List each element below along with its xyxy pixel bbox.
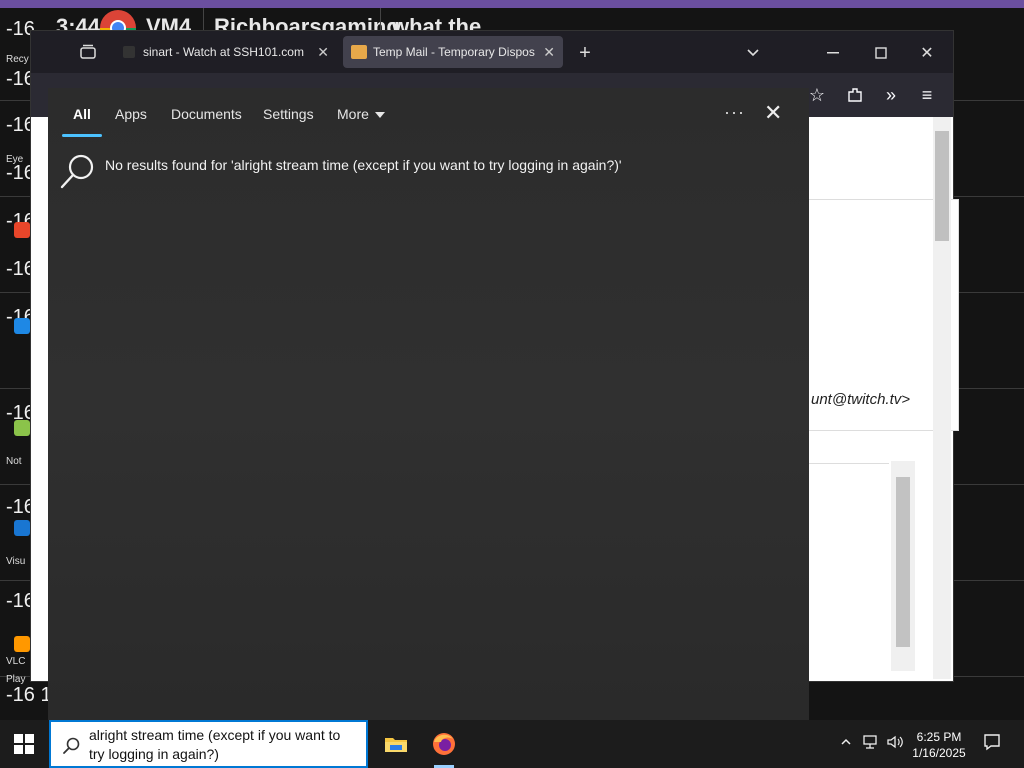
dropdown-caret-icon xyxy=(374,112,385,119)
desktop-app-icon[interactable] xyxy=(14,520,30,536)
clock-date: 1/16/2025 xyxy=(912,746,966,760)
search-icon xyxy=(61,736,81,756)
tab-more-label: More xyxy=(337,106,369,122)
desktop-icon-label: Not xyxy=(6,456,22,467)
tab-temp-mail[interactable]: Temp Mail - Temporary Dispos ✕ xyxy=(343,36,563,68)
tab-bar: sinart - Watch at SSH101.com ✕ Temp Mail… xyxy=(31,31,953,73)
desktop-icon-label: VLC xyxy=(6,656,26,667)
window-close-button[interactable]: ✕ xyxy=(913,39,941,67)
sender-email: unt@twitch.tv> xyxy=(811,391,911,408)
desktop-icon-label: Play xyxy=(6,674,26,685)
active-tab-indicator xyxy=(62,134,102,137)
tab-documents[interactable]: Documents xyxy=(171,106,242,122)
notifications-icon[interactable] xyxy=(982,732,1002,755)
desktop-number: -16 1 xyxy=(6,684,52,706)
no-results-message: No results found for 'alright stream tim… xyxy=(105,157,622,173)
tab-overview-icon[interactable] xyxy=(79,43,97,61)
network-icon[interactable] xyxy=(862,734,880,753)
desktop-icon-label: Recy xyxy=(6,54,29,65)
close-icon[interactable]: ✕ xyxy=(543,44,555,61)
top-window-strip xyxy=(0,0,1024,8)
tab-ssh101[interactable]: sinart - Watch at SSH101.com ✕ xyxy=(115,36,337,68)
clock-time: 6:25 PM xyxy=(916,730,962,744)
desktop-icon-label: Eye xyxy=(6,154,24,165)
windows-start-icon[interactable] xyxy=(14,734,34,754)
menu-icon[interactable]: ≡ xyxy=(915,83,939,107)
tab-label: Temp Mail - Temporary Dispos xyxy=(373,45,535,59)
close-icon[interactable]: ✕ xyxy=(317,44,329,61)
desktop-app-icon[interactable] xyxy=(14,222,30,238)
show-hidden-icons-chevron-icon[interactable] xyxy=(840,734,852,750)
tab-apps[interactable]: Apps xyxy=(115,106,147,122)
tab-favicon-icon xyxy=(123,46,135,58)
file-explorer-icon[interactable] xyxy=(382,730,410,758)
overflow-chevrons-icon[interactable]: » xyxy=(879,83,903,107)
inner-scrollbar-thumb[interactable] xyxy=(896,477,910,647)
maximize-button[interactable] xyxy=(867,39,895,67)
desktop-app-icon[interactable] xyxy=(14,420,30,436)
mail-favicon-icon xyxy=(351,45,367,59)
tab-more[interactable]: More xyxy=(337,106,385,122)
list-tabs-chevron-icon[interactable] xyxy=(739,39,767,67)
extensions-icon[interactable] xyxy=(843,83,867,107)
tab-settings[interactable]: Settings xyxy=(263,106,314,122)
desktop-app-icon[interactable] xyxy=(14,636,30,652)
more-options-button[interactable]: ··· xyxy=(724,102,745,123)
desktop-app-icon[interactable] xyxy=(14,318,30,334)
taskbar-search-box[interactable]: alright stream time (except if you want … xyxy=(49,720,368,768)
page-scrollbar-thumb[interactable] xyxy=(935,131,949,241)
search-icon xyxy=(58,152,98,192)
system-clock[interactable]: 6:25 PM 1/16/2025 xyxy=(898,729,980,761)
taskbar: alright stream time (except if you want … xyxy=(0,720,1024,768)
mail-list-area xyxy=(807,463,889,664)
minimize-button[interactable] xyxy=(819,39,847,67)
search-input[interactable]: alright stream time (except if you want … xyxy=(89,726,359,764)
tab-label: sinart - Watch at SSH101.com xyxy=(143,45,304,59)
new-tab-button[interactable]: + xyxy=(571,39,599,67)
desktop-icon-label: Visu xyxy=(6,556,26,567)
windows-search-panel: All Apps Documents Settings More ··· ✕ N… xyxy=(48,88,809,720)
firefox-icon[interactable] xyxy=(430,730,458,758)
close-panel-button[interactable]: ✕ xyxy=(764,100,782,126)
tab-all[interactable]: All xyxy=(73,106,91,122)
